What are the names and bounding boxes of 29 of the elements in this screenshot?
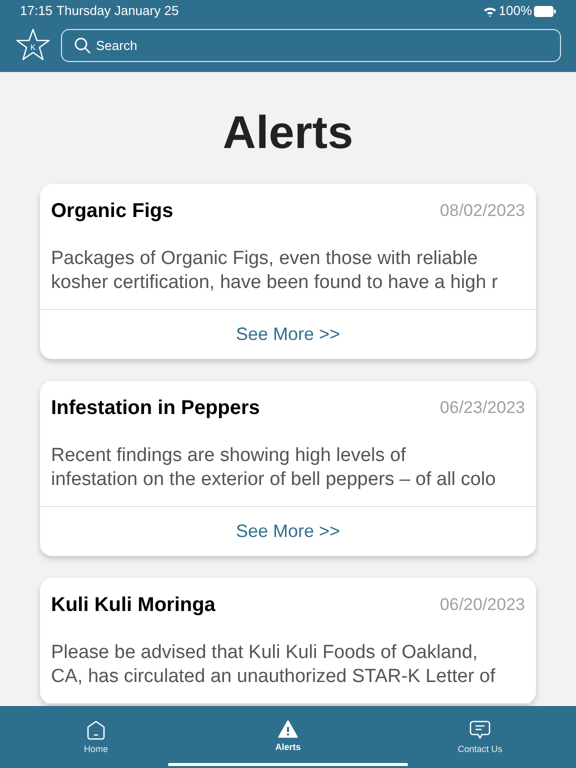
alert-title: Infestation in Peppers [51,396,260,421]
alert-text: Packages of Organic Figs, even those with reliable [51,247,479,271]
alert-title: Kuli Kuli Moringa [51,593,216,618]
chat-icon [469,720,491,740]
status-time: 17:15 [20,2,53,20]
tab-bar-item[interactable]: Alerts [192,706,384,768]
battery-icon [534,6,556,16]
alert-text: Recent findings are showing high levels of [51,444,407,468]
alert-text: kosher certification, have been found to have a high r [51,271,499,295]
battery-percent: 100% [498,2,532,20]
see-more-link[interactable]: See More >> [236,321,340,348]
warning-icon [278,720,298,738]
see-more-link[interactable]: See More >> [236,518,340,545]
alert-text: Please be advised that Kuli Kuli Foods of Oakland, [51,641,479,665]
wifi-icon [482,6,497,16]
status-date: Thursday January 25 [56,2,179,20]
search-icon [74,36,91,54]
alert-date: 08/02/2023 [440,200,525,222]
search-field[interactable]: Search [61,28,561,62]
home-icon [85,720,107,740]
alert-text: infestation on the exterior of bell peppers – of all colo [51,468,497,492]
alert-title: Organic Figs [51,199,174,224]
tab-bar-item[interactable]: Home [0,706,192,768]
alert-text: CA, has circulated an unauthorized STAR-K Letter of [51,665,496,689]
page-title: Alerts [222,105,354,160]
star-k-logo: K [15,28,51,62]
alert-date: 06/23/2023 [440,397,525,420]
tab-bar-item[interactable]: Contact Us [384,706,576,768]
alert-date: 06/20/2023 [440,594,525,616]
